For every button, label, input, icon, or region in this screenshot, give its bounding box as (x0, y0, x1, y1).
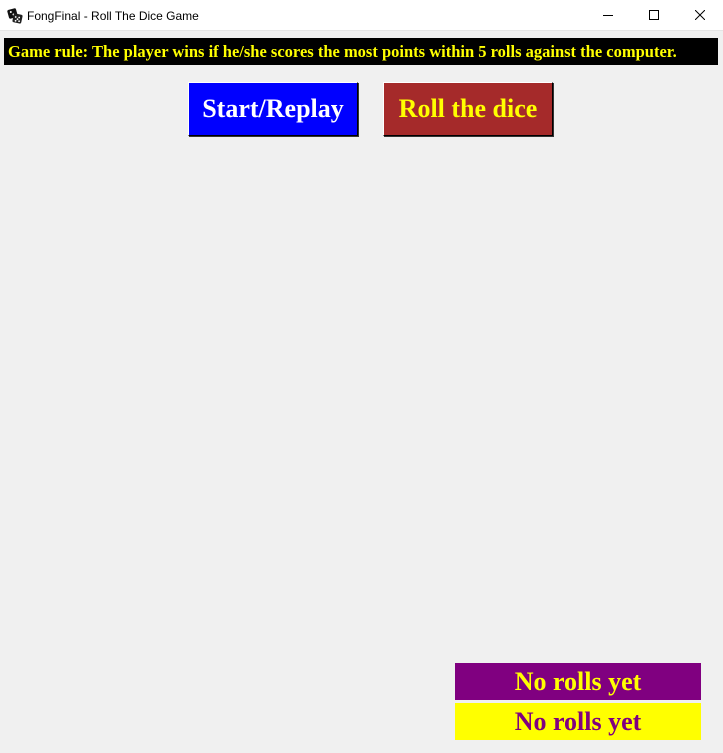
game-rule-label: Game rule: The player wins if he/she sco… (4, 38, 718, 65)
dice-icon (7, 8, 23, 24)
minimize-button[interactable] (585, 0, 631, 30)
maximize-icon (649, 10, 659, 20)
close-button[interactable] (677, 0, 723, 30)
minimize-icon (603, 15, 613, 16)
window-title: FongFinal - Roll The Dice Game (27, 9, 199, 23)
computer-result-label: No rolls yet (455, 703, 701, 740)
start-replay-button[interactable]: Start/Replay (188, 82, 358, 136)
close-icon (695, 10, 705, 20)
roll-dice-button[interactable]: Roll the dice (383, 82, 553, 136)
player-result-label: No rolls yet (455, 663, 701, 700)
maximize-button[interactable] (631, 0, 677, 30)
window-titlebar: FongFinal - Roll The Dice Game (0, 0, 723, 31)
